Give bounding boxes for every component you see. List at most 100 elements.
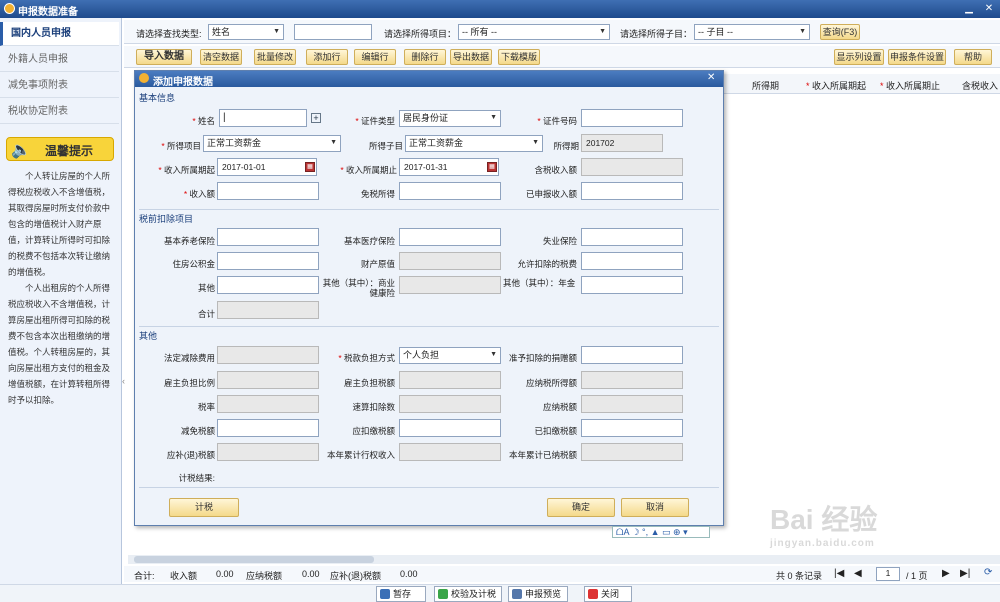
col-end[interactable]: * 收入所属期止	[880, 79, 940, 92]
taxable-field	[581, 371, 683, 389]
start-date-input[interactable]: 2017-01-01	[217, 158, 317, 176]
pension-input[interactable]	[217, 228, 319, 246]
calc-tax-button[interactable]: 计税	[169, 498, 239, 517]
batch-edit-button[interactable]: 批量修改	[254, 49, 296, 65]
donation-input[interactable]	[581, 346, 683, 364]
col-start[interactable]: * 收入所属期起	[806, 79, 866, 92]
other-label: 其他	[197, 283, 215, 293]
summary-tax-label: 应纳税额	[246, 571, 283, 581]
period-label: 所得期	[553, 141, 579, 151]
tip-title: 温馨提示	[45, 144, 94, 158]
download-template-button[interactable]: 下载模版	[498, 49, 540, 65]
start-label: * 收入所属期起	[158, 165, 215, 175]
name-label: * 姓名	[192, 116, 215, 126]
declared-label: 已申报收入额	[525, 189, 577, 199]
col-taxincl[interactable]: 含税收入	[962, 79, 998, 92]
other-input[interactable]	[217, 276, 319, 294]
summary-bar: 合计: 收入额 0.00 应纳税额 0.00 应补(退)税额 0.00 共 0 …	[124, 566, 1000, 582]
taxincl-label: 含税收入额	[534, 165, 577, 175]
housing-input[interactable]	[217, 252, 319, 270]
import-button[interactable]: 导入数据	[136, 49, 192, 65]
dialog-title: 添加申报数据	[153, 77, 213, 88]
last-page-icon[interactable]: ▶|	[960, 568, 970, 579]
display-settings-button[interactable]: 显示列设置	[834, 49, 884, 65]
horizontal-scrollbar[interactable]	[128, 555, 1000, 564]
help-button[interactable]: 帮助	[954, 49, 992, 65]
chevron-down-icon: ▼	[599, 28, 606, 35]
query-button[interactable]: 查询(F3)	[820, 24, 860, 40]
annuity-label: 其他（其中）：年金	[503, 278, 576, 288]
dialog-close-icon[interactable]: ✕	[707, 72, 715, 83]
col-period[interactable]: 所得期	[752, 79, 779, 92]
income-sub-select[interactable]: 正常工资薪金 ▼	[405, 135, 543, 152]
income-item-select[interactable]: 正常工资薪金 ▼	[203, 135, 341, 152]
quick-ded-label: 速算扣除数	[352, 402, 395, 412]
sidebar-item-domestic[interactable]: 国内人员申报	[0, 22, 119, 46]
ime-toolbar[interactable]: ᗝA ☽ °, ▲ ▭ ⊕ ▾	[612, 526, 710, 538]
add-person-icon[interactable]: +	[311, 113, 321, 123]
prev-page-icon[interactable]: ◀	[854, 568, 862, 579]
ok-button[interactable]: 确定	[547, 498, 615, 517]
allowed-tax-input[interactable]	[581, 252, 683, 270]
taxfree-input[interactable]	[399, 182, 501, 200]
page-input[interactable]: 1	[876, 567, 900, 581]
taxable-label: 应纳税所得额	[525, 378, 577, 388]
baidu-watermark: Bai 经验 jingyan.baidu.com	[770, 504, 878, 549]
burden-select[interactable]: 个人负担 ▼	[399, 347, 501, 364]
name-input[interactable]: |	[219, 109, 307, 127]
delete-row-button[interactable]: 删除行	[404, 49, 446, 65]
sidebar-item-relief[interactable]: 减免事项附表	[0, 74, 119, 98]
lookup-type-select[interactable]: 姓名 ▼	[208, 24, 284, 40]
close-button[interactable]: 关闭	[584, 586, 632, 602]
tip-paragraph-2: 个人出租房的个人所得税应税收入不含增值税，计算房屋出租所得可扣除的税费不包含本次…	[8, 283, 111, 405]
unemp-input[interactable]	[581, 228, 683, 246]
filter-bar: 请选择查找类型: 姓名 ▼ 请选择所得项目： -- 所有 -- ▼ 请选择所得子目：…	[124, 20, 1000, 44]
clear-button[interactable]: 清空数据	[200, 49, 242, 65]
section-basic: 基本信息	[139, 93, 176, 103]
burden-label: * 税款负担方式	[338, 353, 395, 363]
speaker-icon: 🔈	[11, 142, 31, 159]
first-page-icon[interactable]: |◀	[834, 568, 844, 579]
close-window-icon[interactable]: ✕	[982, 2, 996, 15]
minimize-icon[interactable]: ▁	[962, 2, 976, 15]
income-sub-filter-select[interactable]: -- 子目 -- ▼	[694, 24, 810, 40]
export-button[interactable]: 导出数据	[450, 49, 492, 65]
refresh-icon[interactable]: ⟳	[984, 567, 992, 578]
withheld-label: 已扣缴税额	[534, 426, 577, 436]
sidebar-item-treaty[interactable]: 税收协定附表	[0, 100, 119, 124]
declared-input[interactable]	[581, 182, 683, 200]
calendar-icon[interactable]: ▦	[487, 162, 497, 172]
calendar-icon[interactable]: ▦	[305, 162, 315, 172]
withheld-input[interactable]	[581, 419, 683, 437]
edit-row-button[interactable]: 编辑行	[354, 49, 396, 65]
verify-button[interactable]: 校验及计税	[434, 586, 502, 602]
medical-input[interactable]	[399, 228, 501, 246]
employer-ratio-field	[217, 371, 319, 389]
cancel-button[interactable]: 取消	[621, 498, 689, 517]
id-no-input[interactable]	[581, 109, 683, 127]
refund-field	[217, 443, 319, 461]
dialog-divider	[139, 487, 719, 488]
collapse-sidebar-icon[interactable]: ‹	[122, 376, 128, 390]
period-field: 201702	[581, 134, 663, 152]
withhold-input[interactable]	[399, 419, 501, 437]
income-input[interactable]	[217, 182, 319, 200]
preview-button[interactable]: 申报预览	[508, 586, 568, 602]
lookup-input[interactable]	[294, 24, 372, 40]
add-row-button[interactable]: 添加行	[306, 49, 348, 65]
next-page-icon[interactable]: ▶	[942, 568, 950, 579]
end-date-input[interactable]: 2017-01-31	[399, 158, 499, 176]
title-bar: 申报数据准备 ▁ ✕	[0, 0, 1000, 18]
sidebar-item-foreign[interactable]: 外籍人员申报	[0, 48, 119, 72]
declare-settings-button[interactable]: 申报条件设置	[888, 49, 946, 65]
annual-paid-label: 本年累计已纳税额	[508, 450, 577, 460]
scrollbar-thumb[interactable]	[134, 556, 374, 563]
annuity-input[interactable]	[581, 276, 683, 294]
tax-payable-field	[581, 395, 683, 413]
income-item-label: * 所得项目	[161, 141, 201, 151]
save-draft-button[interactable]: 暂存	[376, 586, 426, 602]
income-item-filter-select[interactable]: -- 所有 -- ▼	[458, 24, 610, 40]
id-type-select[interactable]: 居民身份证 ▼	[399, 110, 501, 127]
relief-input[interactable]	[217, 419, 319, 437]
legal-ded-label: 法定减除费用	[163, 353, 215, 363]
